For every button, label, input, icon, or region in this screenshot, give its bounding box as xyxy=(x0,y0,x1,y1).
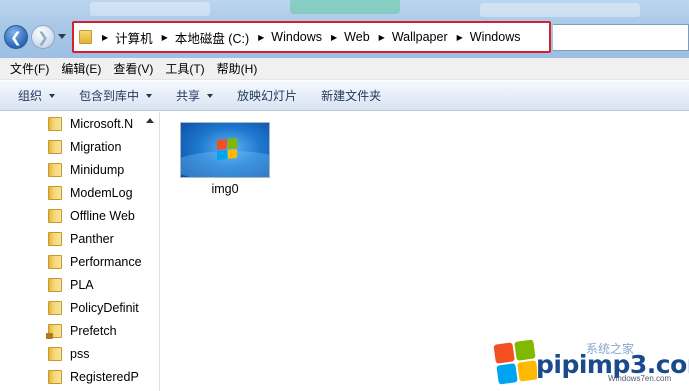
folder-icon xyxy=(48,346,62,361)
breadcrumb-web[interactable]: Web xyxy=(344,30,369,44)
windows-logo-icon xyxy=(217,137,237,161)
folder-icon xyxy=(48,116,62,131)
tree-item[interactable]: PolicyDefinit xyxy=(48,296,142,319)
tree-item[interactable]: RegisteredP xyxy=(48,365,142,388)
tree-item[interactable]: Prefetch xyxy=(46,319,142,342)
breadcrumb-computer[interactable]: 计算机 xyxy=(115,28,153,47)
folder-icon xyxy=(48,162,62,177)
menu-help[interactable]: 帮助(H) xyxy=(211,60,264,77)
tree-item[interactable]: Minidump xyxy=(48,158,142,181)
new-folder-button[interactable]: 新建文件夹 xyxy=(313,87,389,104)
share-label: 共享 xyxy=(176,89,201,103)
chevron-down-icon xyxy=(146,93,153,98)
tree-item[interactable]: PLA xyxy=(48,273,142,296)
forward-arrow-icon: ❯ xyxy=(37,28,49,45)
image-thumbnail xyxy=(180,122,270,178)
tree-item[interactable]: Offline Web xyxy=(48,204,142,227)
chevron-down-icon xyxy=(207,93,214,98)
blurred-tab xyxy=(90,2,210,16)
folder-icon xyxy=(79,30,92,44)
breadcrumb-windows[interactable]: Windows xyxy=(271,30,322,44)
tree-item[interactable]: Migration xyxy=(48,135,142,158)
watermark: 系统之家 pipimp3.com Windows7en.com xyxy=(490,336,689,391)
folder-icon xyxy=(48,139,62,154)
slideshow-button[interactable]: 放映幻灯片 xyxy=(229,87,305,104)
file-item[interactable]: img0 xyxy=(178,120,272,204)
command-bar: 组织 包含到库中 共享 放映幻灯片 新建文件夹 xyxy=(0,81,689,111)
folder-icon xyxy=(48,231,62,246)
address-bar[interactable]: ▶ 计算机 ▶ 本地磁盘 (C:) ▶ Windows ▶ Web ▶ Wall… xyxy=(72,22,550,52)
tree-item-label: pss xyxy=(70,346,90,361)
breadcrumb-wallpaper[interactable]: Wallpaper xyxy=(392,30,448,44)
tree-item-label: Offline Web xyxy=(70,208,135,223)
breadcrumb-windows-current[interactable]: Windows xyxy=(470,30,521,44)
scroll-up-arrow-icon[interactable] xyxy=(146,118,154,123)
tree-item-label: PolicyDefinit xyxy=(70,300,139,315)
navigation-pane: Microsoft.N Migration Minidump ModemLog … xyxy=(0,112,160,391)
tree-item-label: Minidump xyxy=(70,162,125,177)
file-name: img0 xyxy=(211,182,239,196)
tree-item-label: Migration xyxy=(70,139,122,154)
chevron-down-icon xyxy=(49,93,56,98)
folder-tree: Microsoft.N Migration Minidump ModemLog … xyxy=(46,112,142,388)
breadcrumb-separator-icon[interactable]: ▶ xyxy=(162,33,168,42)
tree-item-label: PLA xyxy=(70,277,94,292)
tree-item[interactable]: ModemLog xyxy=(48,181,142,204)
slideshow-label: 放映幻灯片 xyxy=(237,89,298,103)
tree-item-label: Microsoft.N xyxy=(70,116,134,131)
folder-icon xyxy=(48,300,62,315)
menu-file[interactable]: 文件(F) xyxy=(4,60,55,77)
navigation-scrollbar[interactable] xyxy=(143,112,159,391)
menu-tools[interactable]: 工具(T) xyxy=(159,60,210,77)
tree-item-label: Panther xyxy=(70,231,114,246)
organize-button[interactable]: 组织 xyxy=(10,87,63,104)
tree-item[interactable]: Microsoft.N xyxy=(48,112,142,135)
tree-item-label: Prefetch xyxy=(70,323,117,338)
blurred-tab xyxy=(480,3,640,17)
breadcrumb-separator-icon[interactable]: ▶ xyxy=(379,33,385,42)
blurred-tab-active xyxy=(290,0,400,14)
include-in-library-label: 包含到库中 xyxy=(79,89,140,103)
share-button[interactable]: 共享 xyxy=(168,87,221,104)
menu-edit[interactable]: 编辑(E) xyxy=(55,60,107,77)
breadcrumb-local-disk[interactable]: 本地磁盘 (C:) xyxy=(175,28,249,47)
organize-label: 组织 xyxy=(18,89,43,103)
tree-item-label: Performance xyxy=(70,254,142,269)
tree-item[interactable]: pss xyxy=(48,342,142,365)
watermark-url: Windows7en.com xyxy=(608,374,672,383)
folder-icon xyxy=(48,277,62,292)
new-folder-label: 新建文件夹 xyxy=(321,89,382,103)
include-in-library-button[interactable]: 包含到库中 xyxy=(71,87,160,104)
breadcrumb-separator-icon[interactable]: ▶ xyxy=(258,33,264,42)
breadcrumb-separator-icon[interactable]: ▶ xyxy=(331,33,337,42)
tree-item[interactable]: Performance xyxy=(48,250,142,273)
tree-item-label: ModemLog xyxy=(70,185,133,200)
forward-button[interactable]: ❯ xyxy=(31,25,55,49)
menu-bar: 文件(F) 编辑(E) 查看(V) 工具(T) 帮助(H) xyxy=(0,58,689,80)
folder-icon xyxy=(48,208,62,223)
folder-icon xyxy=(48,185,62,200)
recent-pages-dropdown[interactable] xyxy=(58,34,66,39)
folder-icon xyxy=(48,254,62,269)
breadcrumb-separator-icon[interactable]: ▶ xyxy=(102,33,108,42)
breadcrumb-separator-icon[interactable]: ▶ xyxy=(457,33,463,42)
address-bar-extension[interactable] xyxy=(553,24,689,51)
tree-item-label: RegisteredP xyxy=(70,369,139,384)
tree-item[interactable]: Panther xyxy=(48,227,142,250)
back-button[interactable]: ❮ xyxy=(4,25,28,49)
folder-icon xyxy=(48,369,62,384)
menu-view[interactable]: 查看(V) xyxy=(107,60,159,77)
back-arrow-icon: ❮ xyxy=(10,28,22,45)
windows-flag-logo-icon xyxy=(493,339,539,385)
locked-folder-icon xyxy=(46,323,62,339)
